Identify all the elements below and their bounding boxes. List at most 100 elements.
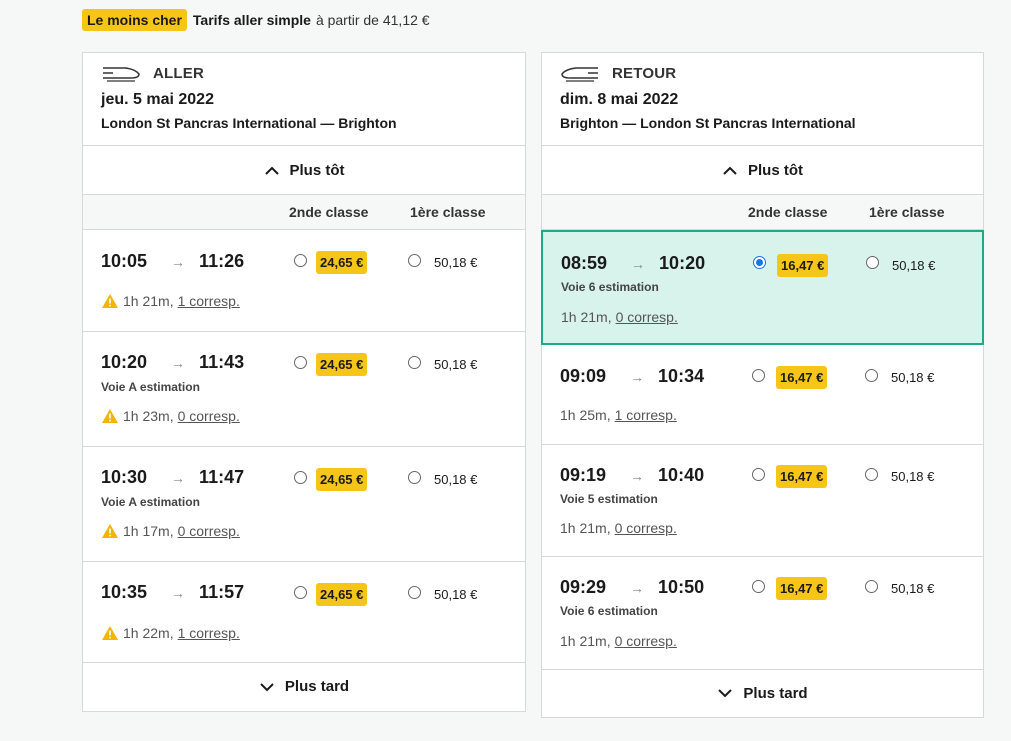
- chevron-up-icon: [264, 166, 279, 175]
- departure-time: 09:09: [560, 366, 607, 386]
- warning-icon: [102, 409, 118, 423]
- first-class-radio[interactable]: [866, 256, 879, 269]
- travel-date: dim. 8 mai 2022: [560, 91, 679, 108]
- duration-text: 1h 21m,: [560, 520, 611, 536]
- second-class-radio[interactable]: [294, 254, 307, 267]
- journey-duration: 1h 21m, 0 corresp.: [561, 309, 678, 325]
- warning-icon: [102, 524, 118, 538]
- departure-time: 10:20: [101, 352, 148, 372]
- direction-label: ALLER: [153, 64, 204, 82]
- return-header: RETOUR dim. 8 mai 2022 Brighton — London…: [542, 53, 983, 146]
- arrow-right-icon: →: [171, 354, 186, 371]
- second-class-header: 2nde classe: [289, 204, 369, 220]
- warning-icon: [102, 626, 118, 640]
- duration-text: 1h 25m,: [560, 407, 611, 423]
- duration-text: 1h 17m,: [123, 523, 174, 539]
- class-header: 2nde classe 1ère classe: [83, 195, 525, 230]
- route-label: Brighton — London St Pancras Internation…: [560, 115, 856, 131]
- departure-time: 09:19: [560, 465, 607, 485]
- journey-row[interactable]: 10:30 → 11:47 Voie A estimation 1h 17m, …: [83, 447, 525, 562]
- journey-times: 09:19 → 10:40: [560, 465, 704, 486]
- connections-link[interactable]: 1 corresp.: [615, 407, 677, 423]
- arrival-time: 11:57: [199, 582, 245, 602]
- arrow-right-icon: →: [630, 368, 645, 385]
- journey-row-selected[interactable]: 08:59 → 10:20 Voie 6 estimation 1h 21m, …: [541, 230, 984, 345]
- second-class-radio[interactable]: [752, 468, 765, 481]
- journey-row[interactable]: 10:20 → 11:43 Voie A estimation 1h 23m, …: [83, 332, 525, 447]
- journey-duration: 1h 23m, 0 corresp.: [101, 408, 240, 424]
- arrival-time: 10:20: [659, 253, 706, 273]
- second-class-radio[interactable]: [294, 586, 307, 599]
- arrow-right-icon: →: [171, 469, 186, 486]
- connections-link[interactable]: 0 corresp.: [616, 309, 678, 325]
- connections-link[interactable]: 0 corresp.: [615, 520, 677, 536]
- first-class-radio[interactable]: [408, 471, 421, 484]
- journey-row[interactable]: 10:35 → 11:57 1h 22m, 1 corresp. 24,65 €…: [83, 562, 525, 663]
- first-class-radio[interactable]: [865, 369, 878, 382]
- arrival-time: 11:43: [199, 352, 245, 372]
- outbound-header: ALLER jeu. 5 mai 2022 London St Pancras …: [83, 53, 525, 146]
- first-class-price: 50,18 €: [434, 255, 478, 270]
- earlier-button[interactable]: Plus tôt: [83, 146, 525, 195]
- platform-info: Voie 5 estimation: [560, 492, 658, 506]
- first-class-price: 50,18 €: [434, 587, 478, 602]
- journey-times: 09:29 → 10:50: [560, 577, 704, 598]
- second-class-radio[interactable]: [752, 369, 765, 382]
- chevron-down-icon: [260, 682, 274, 691]
- journey-times: 08:59 → 10:20: [561, 253, 705, 274]
- second-class-radio-selected[interactable]: [753, 256, 766, 269]
- later-button[interactable]: Plus tard: [83, 663, 525, 710]
- journey-row[interactable]: 09:09 → 10:34 1h 25m, 1 corresp. 16,47 €…: [542, 345, 983, 445]
- second-class-price: 16,47 €: [776, 577, 828, 600]
- arrival-time: 11:26: [199, 251, 245, 271]
- departure-time: 08:59: [561, 253, 608, 273]
- fare-title: Tarifs aller simple: [192, 12, 311, 28]
- route-label: London St Pancras International — Bright…: [101, 115, 397, 131]
- cheapest-banner: Le moins cher Tarifs aller simple à part…: [82, 9, 430, 31]
- duration-text: 1h 23m,: [123, 408, 174, 424]
- first-class-price: 50,18 €: [892, 258, 936, 273]
- connections-link[interactable]: 0 corresp.: [615, 633, 677, 649]
- direction-label: RETOUR: [612, 64, 677, 82]
- earlier-label: Plus tôt: [748, 161, 803, 179]
- first-class-radio[interactable]: [865, 580, 878, 593]
- chevron-down-icon: [718, 689, 733, 698]
- second-class-radio[interactable]: [294, 356, 307, 369]
- train-icon: [103, 67, 140, 82]
- first-class-radio[interactable]: [408, 254, 421, 267]
- journey-times: 09:09 → 10:34: [560, 366, 704, 387]
- first-class-radio[interactable]: [408, 356, 421, 369]
- second-class-price: 24,65 €: [316, 583, 368, 606]
- earlier-button[interactable]: Plus tôt: [542, 146, 983, 195]
- journey-duration: 1h 21m, 0 corresp.: [560, 633, 677, 649]
- journey-times: 10:35 → 11:57: [101, 582, 244, 603]
- first-class-radio[interactable]: [865, 468, 878, 481]
- second-class-radio[interactable]: [294, 471, 307, 484]
- connections-link[interactable]: 1 corresp.: [178, 625, 240, 641]
- arrival-time: 10:40: [658, 465, 705, 485]
- first-class-radio[interactable]: [408, 586, 421, 599]
- arrow-right-icon: →: [630, 579, 645, 596]
- journey-row[interactable]: 09:19 → 10:40 Voie 5 estimation 1h 21m, …: [542, 445, 983, 557]
- duration-text: 1h 21m,: [561, 309, 612, 325]
- cheapest-badge: Le moins cher: [82, 9, 187, 31]
- first-class-price: 50,18 €: [434, 472, 478, 487]
- journey-duration: 1h 21m, 1 corresp.: [101, 293, 240, 309]
- connections-link[interactable]: 0 corresp.: [178, 408, 240, 424]
- class-header: 2nde classe 1ère classe: [542, 195, 983, 230]
- connections-link[interactable]: 0 corresp.: [178, 523, 240, 539]
- departure-time: 10:35: [101, 582, 148, 602]
- departure-time: 10:30: [101, 467, 148, 487]
- journey-duration: 1h 22m, 1 corresp.: [101, 625, 240, 641]
- journey-duration: 1h 21m, 0 corresp.: [560, 520, 677, 536]
- departure-time: 09:29: [560, 577, 607, 597]
- train-icon: [561, 67, 598, 82]
- later-button[interactable]: Plus tard: [542, 670, 983, 716]
- journey-row[interactable]: 10:05 → 11:26 1h 21m, 1 corresp. 24,65 €…: [83, 230, 525, 332]
- second-class-radio[interactable]: [752, 580, 765, 593]
- return-panel: RETOUR dim. 8 mai 2022 Brighton — London…: [541, 52, 984, 718]
- journey-times: 10:05 → 11:26: [101, 251, 244, 272]
- warning-icon: [102, 294, 118, 308]
- journey-row[interactable]: 09:29 → 10:50 Voie 6 estimation 1h 21m, …: [542, 557, 983, 670]
- connections-link[interactable]: 1 corresp.: [178, 293, 240, 309]
